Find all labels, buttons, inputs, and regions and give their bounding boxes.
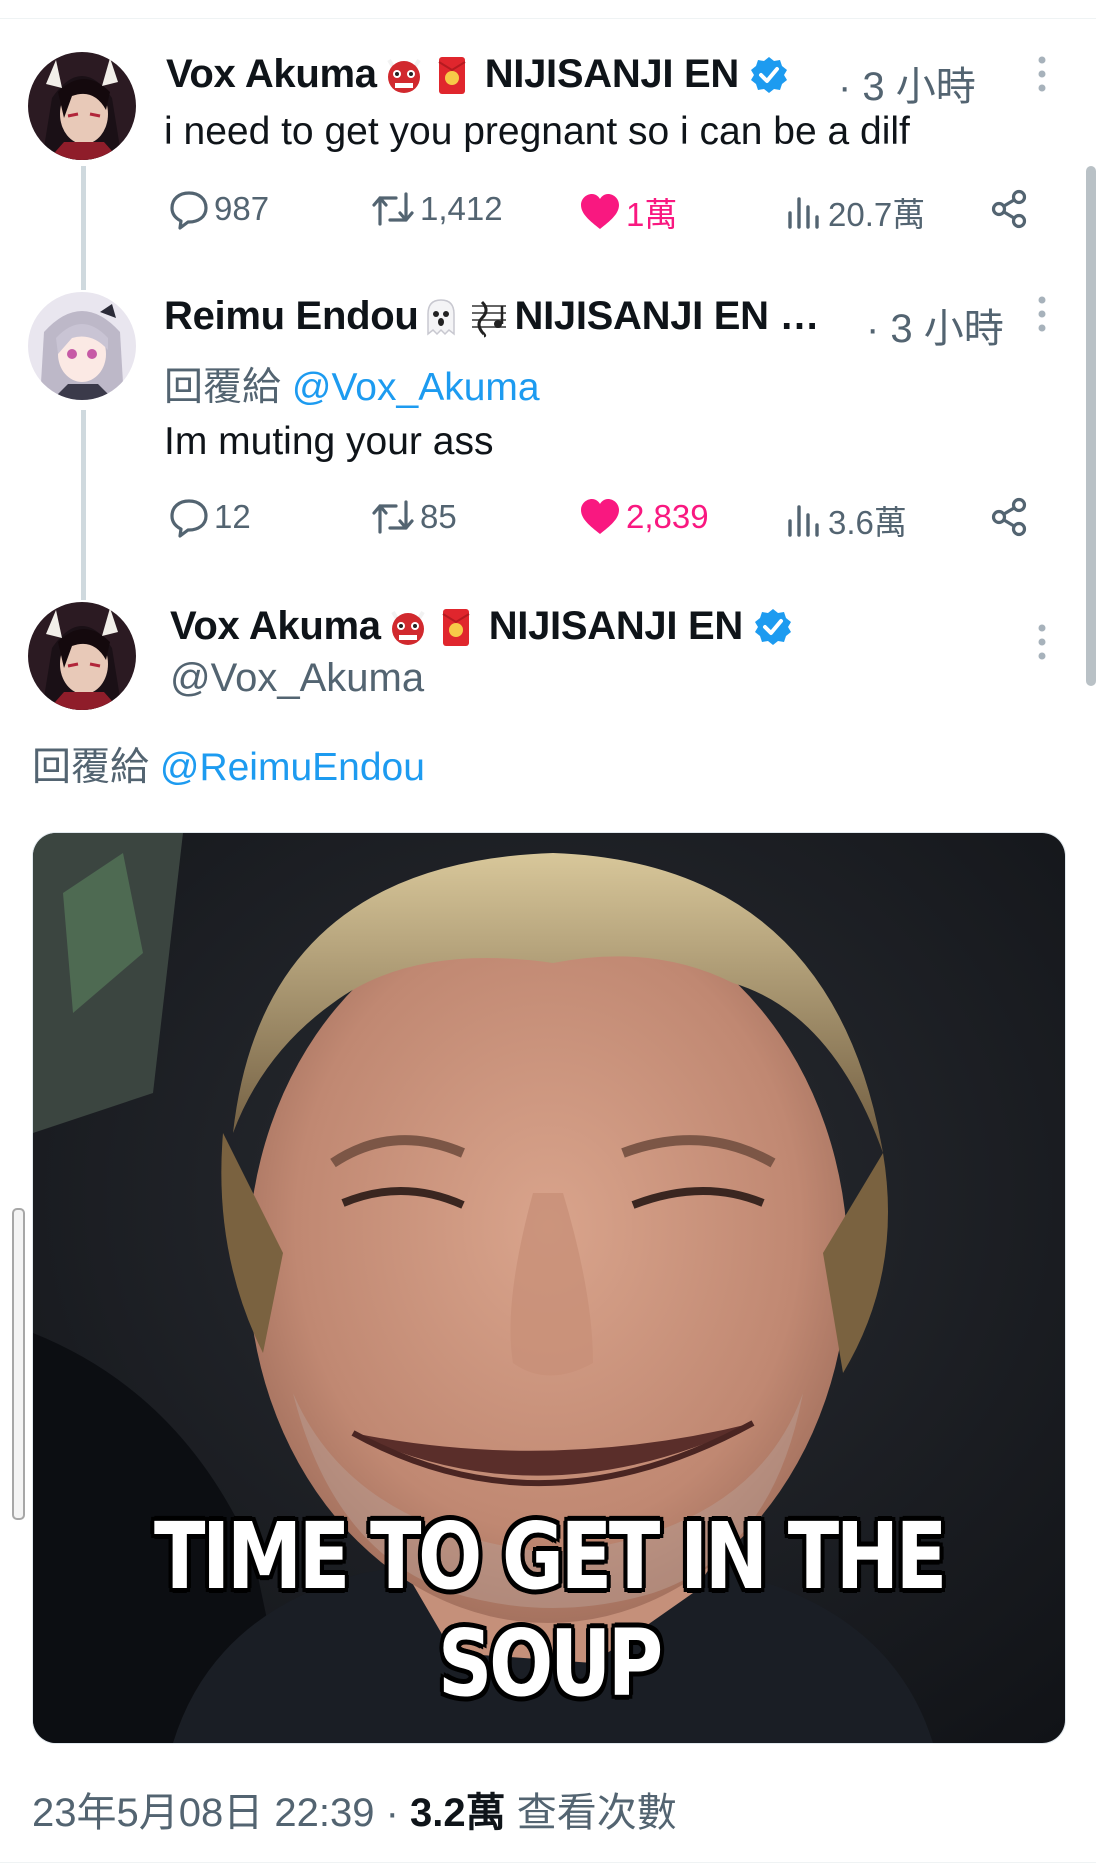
share-icon	[991, 189, 1027, 229]
reply-button[interactable]: 12	[168, 496, 251, 538]
share-icon	[991, 497, 1027, 537]
reply-prefix: 回覆給	[164, 366, 282, 409]
reply-mention-link[interactable]: @Vox_Akuma	[292, 366, 540, 409]
views-count: 20.7萬	[828, 196, 926, 233]
more-icon[interactable]	[1032, 622, 1052, 662]
reply-mention-link[interactable]: @ReimuEndou	[160, 746, 425, 789]
retweet-count: 1,412	[420, 190, 503, 227]
reply-button[interactable]: 987	[168, 188, 269, 230]
thread-connector	[81, 166, 86, 290]
ogre-emoji-icon	[383, 54, 425, 96]
thread-connector	[81, 410, 86, 600]
retweet-count: 85	[420, 498, 457, 535]
share-button[interactable]	[988, 188, 1030, 230]
author-affiliation: NIJISANJI EN …	[514, 294, 820, 338]
heart-icon	[581, 499, 619, 534]
like-count: 1萬	[626, 196, 678, 233]
ghost-emoji-icon	[420, 296, 462, 338]
author-name[interactable]: Vox Akuma	[166, 52, 377, 97]
like-count: 2,839	[626, 498, 709, 535]
more-icon[interactable]	[1032, 54, 1052, 94]
top-divider	[0, 18, 1096, 19]
author-affiliation: NIJISANJI EN	[488, 604, 744, 648]
reply-count: 987	[214, 190, 270, 227]
author-name-row[interactable]: Vox Akuma NIJISANJI EN	[170, 604, 793, 649]
views-count: 3.6萬	[828, 504, 907, 541]
tweet-text: Im muting your ass	[164, 420, 494, 463]
reply-count: 12	[214, 498, 251, 535]
tweet-meta-footer: 23年5月08日 22:39 · 3.2萬 查看次數	[32, 1780, 677, 1838]
musical-score-emoji-icon	[468, 296, 510, 338]
reply-prefix: 回覆給	[32, 746, 150, 789]
tweet-text: i need to get you pregnant so i can be a…	[164, 110, 910, 153]
like-button[interactable]: 1萬	[578, 188, 677, 236]
view-count-label: 查看次數	[516, 1791, 677, 1835]
heart-icon	[581, 194, 619, 229]
bottom-divider	[0, 1862, 1096, 1863]
reply-icon	[170, 191, 208, 230]
reply-context: 回覆給 @ReimuEndou	[32, 736, 425, 792]
meme-caption: TIME TO GET IN THE SOUP	[154, 1503, 947, 1717]
red-envelope-emoji-icon	[435, 606, 477, 648]
author-name[interactable]: Vox Akuma	[170, 604, 381, 649]
retweet-button[interactable]: 85	[370, 496, 457, 538]
page-scrollbar[interactable]	[1086, 166, 1096, 686]
verified-badge-icon	[753, 607, 793, 647]
like-button[interactable]: 2,839	[578, 496, 709, 538]
verified-badge-icon	[749, 55, 789, 95]
views-button[interactable]: 20.7萬	[784, 188, 925, 236]
views-icon	[788, 197, 819, 229]
more-icon[interactable]	[1032, 294, 1052, 334]
author-handle[interactable]: @Vox_Akuma	[170, 656, 424, 701]
avatar-vox-akuma[interactable]	[28, 52, 136, 160]
red-envelope-emoji-icon	[431, 54, 473, 96]
author-name-row[interactable]: Vox Akuma NIJISANJI EN	[166, 52, 789, 97]
tweet-time[interactable]: · 3 小時	[866, 296, 1004, 354]
reply-context: 回覆給 @Vox_Akuma	[164, 356, 540, 412]
avatar-reimu-endou[interactable]	[28, 292, 136, 400]
ogre-emoji-icon	[387, 606, 429, 648]
views-button[interactable]: 3.6萬	[784, 496, 907, 544]
meta-separator: ·	[374, 1791, 410, 1835]
retweet-icon	[372, 192, 414, 226]
avatar-vox-akuma[interactable]	[28, 602, 136, 710]
author-name[interactable]: Reimu Endou	[164, 294, 419, 339]
fast-scroll-handle[interactable]	[12, 1208, 25, 1520]
retweet-button[interactable]: 1,412	[370, 188, 503, 230]
reply-icon	[170, 499, 208, 538]
author-affiliation: NIJISANJI EN	[484, 52, 740, 96]
author-name-row[interactable]: Reimu Endou NIJISANJI EN …	[164, 294, 820, 339]
tweet-media-image[interactable]: TIME TO GET IN THE SOUP	[32, 832, 1066, 1744]
share-button[interactable]	[988, 496, 1030, 538]
views-icon	[788, 505, 819, 537]
retweet-icon	[372, 500, 414, 534]
tweet-timestamp[interactable]: 23年5月08日 22:39	[32, 1791, 374, 1835]
tweet-time[interactable]: · 3 小時	[838, 54, 976, 112]
view-count: 3.2萬	[410, 1791, 506, 1835]
